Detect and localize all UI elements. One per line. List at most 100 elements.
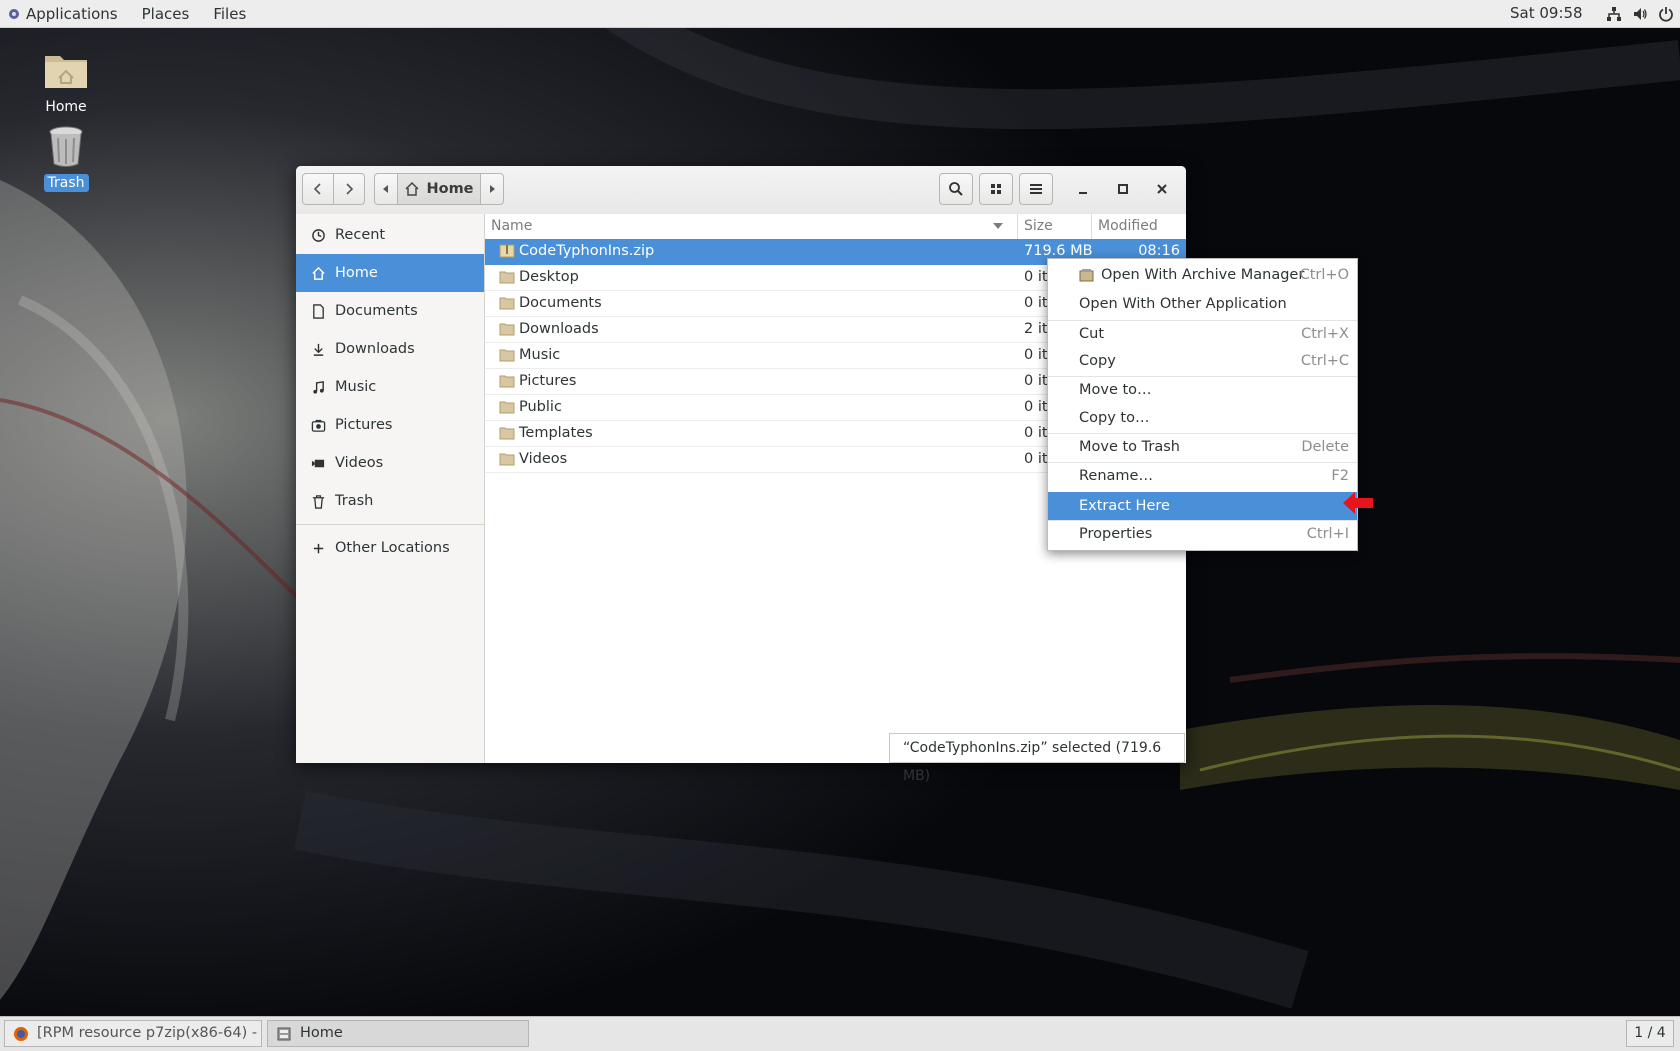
- folder-icon: [499, 401, 515, 414]
- files-app-menu[interactable]: Files: [201, 0, 258, 27]
- sidebar-item-label: Videos: [335, 455, 384, 471]
- sidebar-item-pictures[interactable]: Pictures: [296, 406, 484, 444]
- folder-icon: [499, 453, 515, 466]
- column-modified[interactable]: Modified: [1091, 214, 1186, 239]
- maximize-button[interactable]: [1107, 173, 1139, 205]
- file-name: Downloads: [519, 321, 599, 337]
- forward-button[interactable]: [333, 173, 365, 205]
- search-button[interactable]: [939, 173, 973, 205]
- menu-item-label: Extract Here: [1079, 498, 1170, 514]
- red-pointer-arrow-icon: [1343, 492, 1373, 514]
- menu-item-move-to-trash[interactable]: Move to Trash Delete: [1048, 434, 1357, 461]
- grid-icon: [991, 184, 1001, 194]
- clock[interactable]: Sat 09:58: [1510, 0, 1583, 27]
- sidebar-item-videos[interactable]: Videos: [296, 444, 484, 482]
- close-icon: [1157, 184, 1167, 194]
- column-size[interactable]: Size: [1017, 214, 1084, 239]
- file-name: Templates: [519, 425, 593, 441]
- grid-view-button[interactable]: [979, 173, 1013, 205]
- sidebar-item-trash[interactable]: Trash: [296, 482, 484, 520]
- sidebar-item-label: Music: [335, 379, 377, 395]
- header-bar: Home: [296, 166, 1186, 215]
- file-size: 2 it: [1024, 321, 1048, 337]
- menu-item-open-with-archive-manager[interactable]: Open With Archive Manager Ctrl+O: [1048, 262, 1357, 289]
- sidebar-item-music[interactable]: Music: [296, 368, 484, 406]
- workspace-indicator[interactable]: 1 / 4: [1626, 1020, 1674, 1047]
- menu-item-label: Move to…: [1079, 382, 1152, 398]
- menu-item-label: Move to Trash: [1079, 439, 1180, 455]
- file-name: Music: [519, 347, 561, 363]
- back-button[interactable]: [302, 173, 334, 205]
- close-button[interactable]: [1146, 173, 1178, 205]
- menu-item-label: Open With Other Application: [1079, 296, 1287, 312]
- places-menu[interactable]: Places: [130, 0, 202, 27]
- desktop-home-label: Home: [45, 99, 87, 115]
- menu-item-copy[interactable]: Copy Ctrl+C: [1048, 348, 1357, 375]
- desktop-trash-icon[interactable]: Trash: [28, 122, 104, 192]
- file-name: CodeTyphonIns.zip: [519, 243, 655, 259]
- task-label: [RPM resource p7zip(x86-64) - Moz...: [37, 1025, 261, 1041]
- context-menu: Open With Archive Manager Ctrl+O Open Wi…: [1047, 258, 1358, 551]
- home-icon: [405, 181, 419, 196]
- menu-item-shortcut: Ctrl+I: [1306, 526, 1349, 542]
- menu-item-extract-here[interactable]: Extract Here: [1048, 492, 1357, 520]
- menu-item-label: Rename…: [1079, 468, 1153, 484]
- sidebar-item-label: Home: [335, 265, 378, 281]
- sidebar-item-downloads[interactable]: Downloads: [296, 330, 484, 368]
- desktop-home-icon[interactable]: Home: [28, 46, 104, 116]
- file-size: 0 it: [1024, 269, 1048, 285]
- maximize-icon: [1118, 184, 1128, 194]
- menu-item-label: Properties: [1079, 526, 1153, 542]
- firefox-icon: [14, 1026, 28, 1041]
- sidebar-item-label: Documents: [335, 303, 418, 319]
- menu-item-cut[interactable]: Cut Ctrl+X: [1048, 321, 1357, 348]
- sidebar-item-recent[interactable]: Recent: [296, 216, 484, 254]
- path-button-home[interactable]: Home: [397, 173, 481, 205]
- menu-item-label: Copy: [1079, 353, 1116, 369]
- triangle-left-icon: [383, 185, 388, 193]
- path-scroll-right-button[interactable]: [480, 173, 504, 205]
- sort-down-icon: [993, 223, 1003, 229]
- file-cabinet-icon: [277, 1027, 291, 1040]
- file-size: 0 it: [1024, 347, 1048, 363]
- path-scroll-left-button[interactable]: [374, 173, 398, 205]
- sidebar-item-label: Trash: [335, 493, 374, 509]
- task-label: Home: [300, 1025, 343, 1041]
- desktop-trash-label: Trash: [43, 174, 89, 192]
- menu-item-properties[interactable]: Properties Ctrl+I: [1048, 521, 1357, 548]
- system-tray[interactable]: [1606, 0, 1674, 27]
- file-name: Documents: [519, 295, 602, 311]
- column-name[interactable]: Name: [491, 214, 532, 239]
- file-size: 0 it: [1024, 373, 1048, 389]
- folder-icon: [499, 271, 515, 284]
- minimize-button[interactable]: [1067, 173, 1099, 205]
- file-name: Desktop: [519, 269, 579, 285]
- applications-menu[interactable]: Applications: [14, 0, 130, 27]
- chevron-right-icon: [346, 183, 354, 195]
- file-size: 0 it: [1024, 399, 1048, 415]
- folder-icon: [499, 349, 515, 362]
- sidebar-item-home[interactable]: Home: [296, 254, 484, 292]
- triangle-right-icon: [490, 185, 495, 193]
- menu-item-rename[interactable]: Rename… F2: [1048, 463, 1357, 490]
- sidebar-item-documents[interactable]: Documents: [296, 292, 484, 330]
- menu-item-move-to[interactable]: Move to…: [1048, 377, 1357, 404]
- task-firefox[interactable]: [RPM resource p7zip(x86-64) - Moz...: [4, 1020, 262, 1047]
- menu-item-shortcut: Ctrl+X: [1301, 326, 1349, 342]
- menu-item-label: Cut: [1079, 326, 1104, 342]
- selection-status: “CodeTyphonIns.zip” selected (719.6 MB): [889, 733, 1185, 784]
- menu-item-shortcut: Ctrl+C: [1300, 353, 1349, 369]
- archive-icon: [499, 244, 515, 258]
- archive-manager-icon: [1079, 269, 1094, 282]
- music-note-icon: [312, 380, 324, 394]
- sidebar-item-other-locations[interactable]: Other Locations: [296, 529, 484, 567]
- sidebar-item-label: Other Locations: [335, 540, 450, 556]
- menu-item-open-with-other-application[interactable]: Open With Other Application: [1048, 291, 1357, 318]
- power-icon: [1659, 6, 1673, 22]
- trash-can-icon: [49, 126, 83, 167]
- menu-item-copy-to[interactable]: Copy to…: [1048, 405, 1357, 432]
- path-label: Home: [426, 181, 474, 197]
- menu-button[interactable]: [1019, 173, 1053, 205]
- search-icon: [949, 182, 963, 196]
- task-home-window[interactable]: Home: [267, 1020, 529, 1047]
